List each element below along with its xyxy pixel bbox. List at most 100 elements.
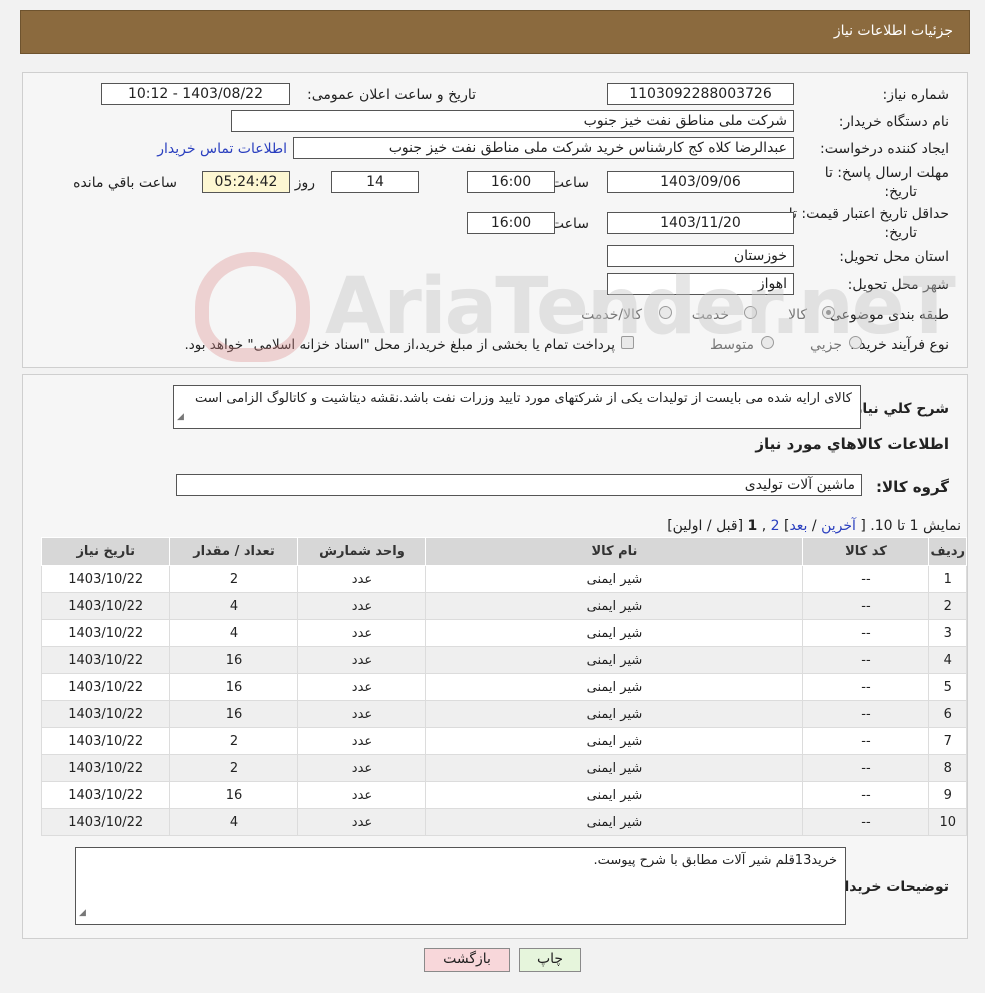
cell-need-date: 1403/10/22: [40, 592, 171, 620]
cell-unit: عدد: [297, 808, 427, 836]
deadline-label: مهلت ارسال پاسخ: تا: [824, 165, 949, 181]
buyer-notes-textarea[interactable]: خرید13قلم شیر آلات مطابق با شرح پیوست. ◢: [75, 847, 846, 925]
cell-need-date: 1403/10/22: [40, 646, 171, 674]
cell-row-number: 7: [928, 727, 967, 755]
page-header: جزئیات اطلاعات نیاز: [20, 10, 970, 54]
cell-item-name: شیر ایمنی: [425, 808, 804, 836]
cell-row-number: 8: [928, 754, 967, 782]
col-item-name: نام کالا: [425, 537, 804, 566]
category-radio-both[interactable]: [659, 306, 672, 319]
col-item-code: کد کالا: [802, 537, 930, 566]
deadline-time-label: ساعت: [550, 175, 589, 191]
cell-item-name: شیر ایمنی: [425, 646, 804, 674]
pagination-prev-first: [قبل / اولین]: [667, 518, 744, 534]
cell-item-code: --: [802, 754, 930, 782]
contact-info-link[interactable]: اطلاعات تماس خریدار: [157, 141, 287, 157]
deadline-time-field[interactable]: 16:00: [467, 171, 555, 193]
deadline-label-date: تاریخ:: [884, 184, 917, 200]
buyer-org-label: نام دستگاه خریدار:: [838, 114, 949, 130]
category-label: طبقه بندی موضوعی:: [825, 307, 949, 323]
items-table-header: ردیف کد کالا نام کالا واحد شمارش تعداد /…: [40, 537, 967, 566]
pagination-separator: /: [811, 518, 817, 534]
cell-unit: عدد: [297, 781, 427, 809]
items-table-body: 1 -- شیر ایمنی عدد 2 1403/10/22 2 -- شیر ایمنی عد…: [40, 565, 967, 836]
table-row: 5 -- شیر ایمنی عدد 16 1403/10/22: [40, 673, 967, 701]
pagination-page-2[interactable]: 2: [771, 518, 780, 534]
announce-field[interactable]: 1403/08/22 - 10:12: [101, 83, 290, 105]
description-textarea[interactable]: کالای ارایه شده می بایست از تولیدات یکی …: [173, 385, 861, 429]
cell-quantity: 4: [169, 808, 299, 836]
resize-handle-icon[interactable]: ◢: [177, 408, 184, 426]
col-quantity: تعداد / مقدار: [169, 537, 299, 566]
validity-time-field[interactable]: 16:00: [467, 212, 555, 234]
validity-label-date: تاریخ:: [884, 225, 917, 241]
deadline-date-field[interactable]: 1403/09/06: [607, 171, 794, 193]
need-number-field[interactable]: 1103092288003726: [607, 83, 794, 105]
validity-date-field[interactable]: 1403/11/20: [607, 212, 794, 234]
validity-time-label: ساعت: [550, 216, 589, 232]
remaining-time-field: 05:24:42: [202, 171, 290, 193]
process-radio-minor[interactable]: [849, 336, 862, 349]
goods-group-label: گروه كالا:: [876, 478, 949, 496]
buyer-notes-label: توضیحات خریدار:: [830, 879, 949, 895]
province-field[interactable]: خوزستان: [607, 245, 794, 267]
table-row: 3 -- شیر ایمنی عدد 4 1403/10/22: [40, 619, 967, 647]
pagination-next-link[interactable]: بعد: [789, 518, 807, 534]
buyer-org-field[interactable]: شرکت ملی مناطق نفت خیز جنوب: [231, 110, 794, 132]
cell-item-code: --: [802, 592, 930, 620]
table-row: 10 -- شیر ایمنی عدد 4 1403/10/22: [40, 808, 967, 836]
province-label: استان محل تحویل:: [839, 249, 949, 265]
cell-need-date: 1403/10/22: [40, 700, 171, 728]
resize-handle-icon[interactable]: ◢: [79, 904, 86, 922]
pagination-summary: نمایش 1 تا 10.: [870, 518, 961, 534]
cell-unit: عدد: [297, 646, 427, 674]
cell-item-name: شیر ایمنی: [425, 592, 804, 620]
city-field[interactable]: اهواز: [607, 273, 794, 295]
items-section-title: اطلاعات كالاهاي مورد نياز: [755, 435, 949, 453]
col-unit: واحد شمارش: [297, 537, 427, 566]
cell-item-name: شیر ایمنی: [425, 619, 804, 647]
pagination-last-link[interactable]: آخرین: [821, 518, 856, 534]
category-radio-service[interactable]: [744, 306, 757, 319]
page-title: جزئیات اطلاعات نیاز: [833, 23, 953, 39]
pagination-comma: ,: [761, 518, 767, 534]
cell-need-date: 1403/10/22: [40, 781, 171, 809]
process-checkbox-treasury[interactable]: [621, 336, 634, 349]
table-row: 6 -- شیر ایمنی عدد 16 1403/10/22: [40, 700, 967, 728]
cell-unit: عدد: [297, 592, 427, 620]
description-label: شرح كلي نياز:: [848, 401, 949, 417]
cell-quantity: 2: [169, 565, 299, 593]
cell-unit: عدد: [297, 727, 427, 755]
cell-quantity: 4: [169, 592, 299, 620]
cell-item-code: --: [802, 808, 930, 836]
back-button[interactable]: بازگشت: [424, 948, 510, 972]
cell-item-code: --: [802, 727, 930, 755]
cell-item-name: شیر ایمنی: [425, 565, 804, 593]
cell-item-code: --: [802, 700, 930, 728]
category-radio-goods[interactable]: [822, 306, 835, 319]
cell-unit: عدد: [297, 673, 427, 701]
pagination: نمایش 1 تا 10. [ آخرین / بعد] 2 , 1 [قبل…: [667, 518, 961, 534]
pagination-bracket-open: [: [860, 518, 866, 534]
cell-row-number: 3: [928, 619, 967, 647]
process-radio-medium[interactable]: [761, 336, 774, 349]
cell-item-name: شیر ایمنی: [425, 673, 804, 701]
cell-item-name: شیر ایمنی: [425, 754, 804, 782]
print-button[interactable]: چاپ: [519, 948, 581, 972]
cell-row-number: 2: [928, 592, 967, 620]
cell-need-date: 1403/10/22: [40, 565, 171, 593]
col-need-date: تاریخ نیاز: [40, 537, 171, 566]
cell-item-code: --: [802, 781, 930, 809]
cell-item-name: شیر ایمنی: [425, 727, 804, 755]
cell-quantity: 2: [169, 754, 299, 782]
days-field[interactable]: 14: [331, 171, 419, 193]
table-row: 4 -- شیر ایمنی عدد 16 1403/10/22: [40, 646, 967, 674]
cell-need-date: 1403/10/22: [40, 673, 171, 701]
goods-group-field[interactable]: ماشین آلات تولیدی: [176, 474, 862, 496]
cell-unit: عدد: [297, 700, 427, 728]
creator-field[interactable]: عبدالرضا کلاه کج کارشناس خرید شرکت ملی م…: [293, 137, 794, 159]
cell-row-number: 5: [928, 673, 967, 701]
cell-row-number: 4: [928, 646, 967, 674]
cell-row-number: 6: [928, 700, 967, 728]
cell-row-number: 1: [928, 565, 967, 593]
